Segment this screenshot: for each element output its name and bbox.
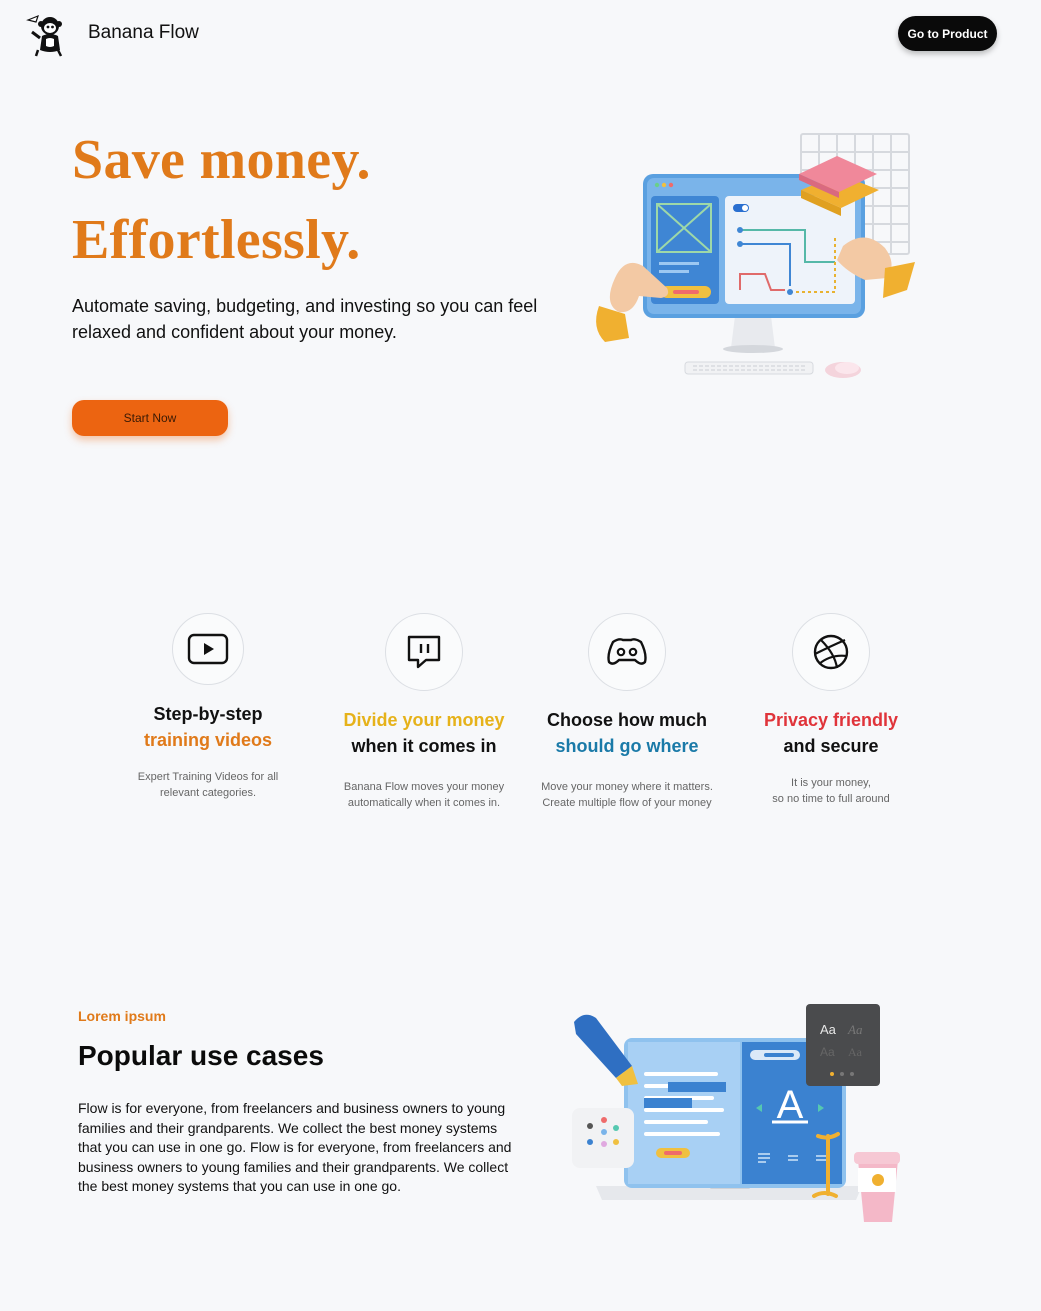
section-title: Popular use cases [78, 1040, 324, 1071]
feature-title: Privacy friendly and secure [731, 707, 931, 759]
feature-choose-where: Choose how much should go where Move you… [527, 613, 727, 811]
monkey-logo-icon[interactable] [24, 12, 70, 58]
feature-title: Step-by-step training videos [108, 701, 308, 753]
feature-desc-line2: relevant categories. [160, 787, 256, 799]
svg-text:Aa: Aa [847, 1022, 863, 1037]
chat-bubble-icon[interactable] [385, 613, 463, 691]
feature-description: Expert Training Videos for all relevant … [108, 769, 308, 801]
hero-title: Save money. Effortlessly. [72, 120, 371, 280]
svg-text:Aa: Aa [820, 1045, 835, 1059]
feature-desc-line1: Banana Flow moves your money [343, 781, 505, 793]
section-body: Flow is for everyone, from freelancers a… [78, 1100, 512, 1195]
feature-training-videos: Step-by-step training videos Expert Trai… [108, 613, 308, 801]
feature-title: Choose how much should go where [527, 707, 727, 759]
feature-privacy: Privacy friendly and secure It is your m… [731, 613, 931, 807]
feature-title-black: Step-by-step [153, 704, 263, 724]
start-now-button[interactable]: Start Now [72, 400, 228, 436]
controller-icon[interactable] [588, 613, 666, 691]
feature-title-colored: training videos [143, 730, 273, 750]
laptop-design-illustration: A Aa Aa Aa Aa [560, 1000, 920, 1232]
feature-description: Banana Flow moves your money automatical… [324, 779, 524, 811]
dribbble-ball-icon[interactable] [792, 613, 870, 691]
feature-title: Divide your money when it comes in [324, 707, 524, 759]
svg-text:Aa: Aa [848, 1045, 863, 1059]
hero-title-line2: Effortlessly. [72, 209, 361, 271]
font-sample-glyph: Aa [820, 1022, 837, 1037]
computer-illustration [585, 128, 925, 384]
letter-a-glyph: A [777, 1083, 804, 1127]
section-eyebrow: Lorem ipsum [78, 1008, 166, 1024]
feature-title-black: and secure [783, 736, 879, 756]
hero-subtitle: Automate saving, budgeting, and investin… [72, 296, 538, 342]
feature-desc-line1: Expert Training Videos for all [137, 771, 279, 783]
brand-name[interactable]: Banana Flow [88, 22, 199, 44]
feature-desc-line1: Move your money where it matters. [541, 781, 713, 793]
feature-desc-line2: so no time to full around [772, 793, 890, 805]
feature-title-black: when it comes in [351, 736, 497, 756]
feature-title-black: Choose how much [546, 710, 707, 730]
feature-desc-line2: Create multiple flow of your money [542, 797, 712, 809]
feature-title-colored: Privacy friendly [763, 710, 899, 730]
feature-title-colored: should go where [555, 736, 699, 756]
go-to-product-button[interactable]: Go to Product [898, 16, 997, 51]
feature-divide-money: Divide your money when it comes in Banan… [324, 613, 524, 811]
feature-desc-line2: automatically when it comes in. [347, 797, 501, 809]
feature-desc-line1: It is your money, [791, 777, 871, 789]
feature-description: Move your money where it matters. Create… [527, 779, 727, 811]
hero-title-line1: Save money. [72, 129, 371, 191]
feature-description: It is your money, so no time to full aro… [731, 775, 931, 807]
feature-title-colored: Divide your money [343, 710, 505, 730]
play-video-icon[interactable] [172, 613, 244, 685]
